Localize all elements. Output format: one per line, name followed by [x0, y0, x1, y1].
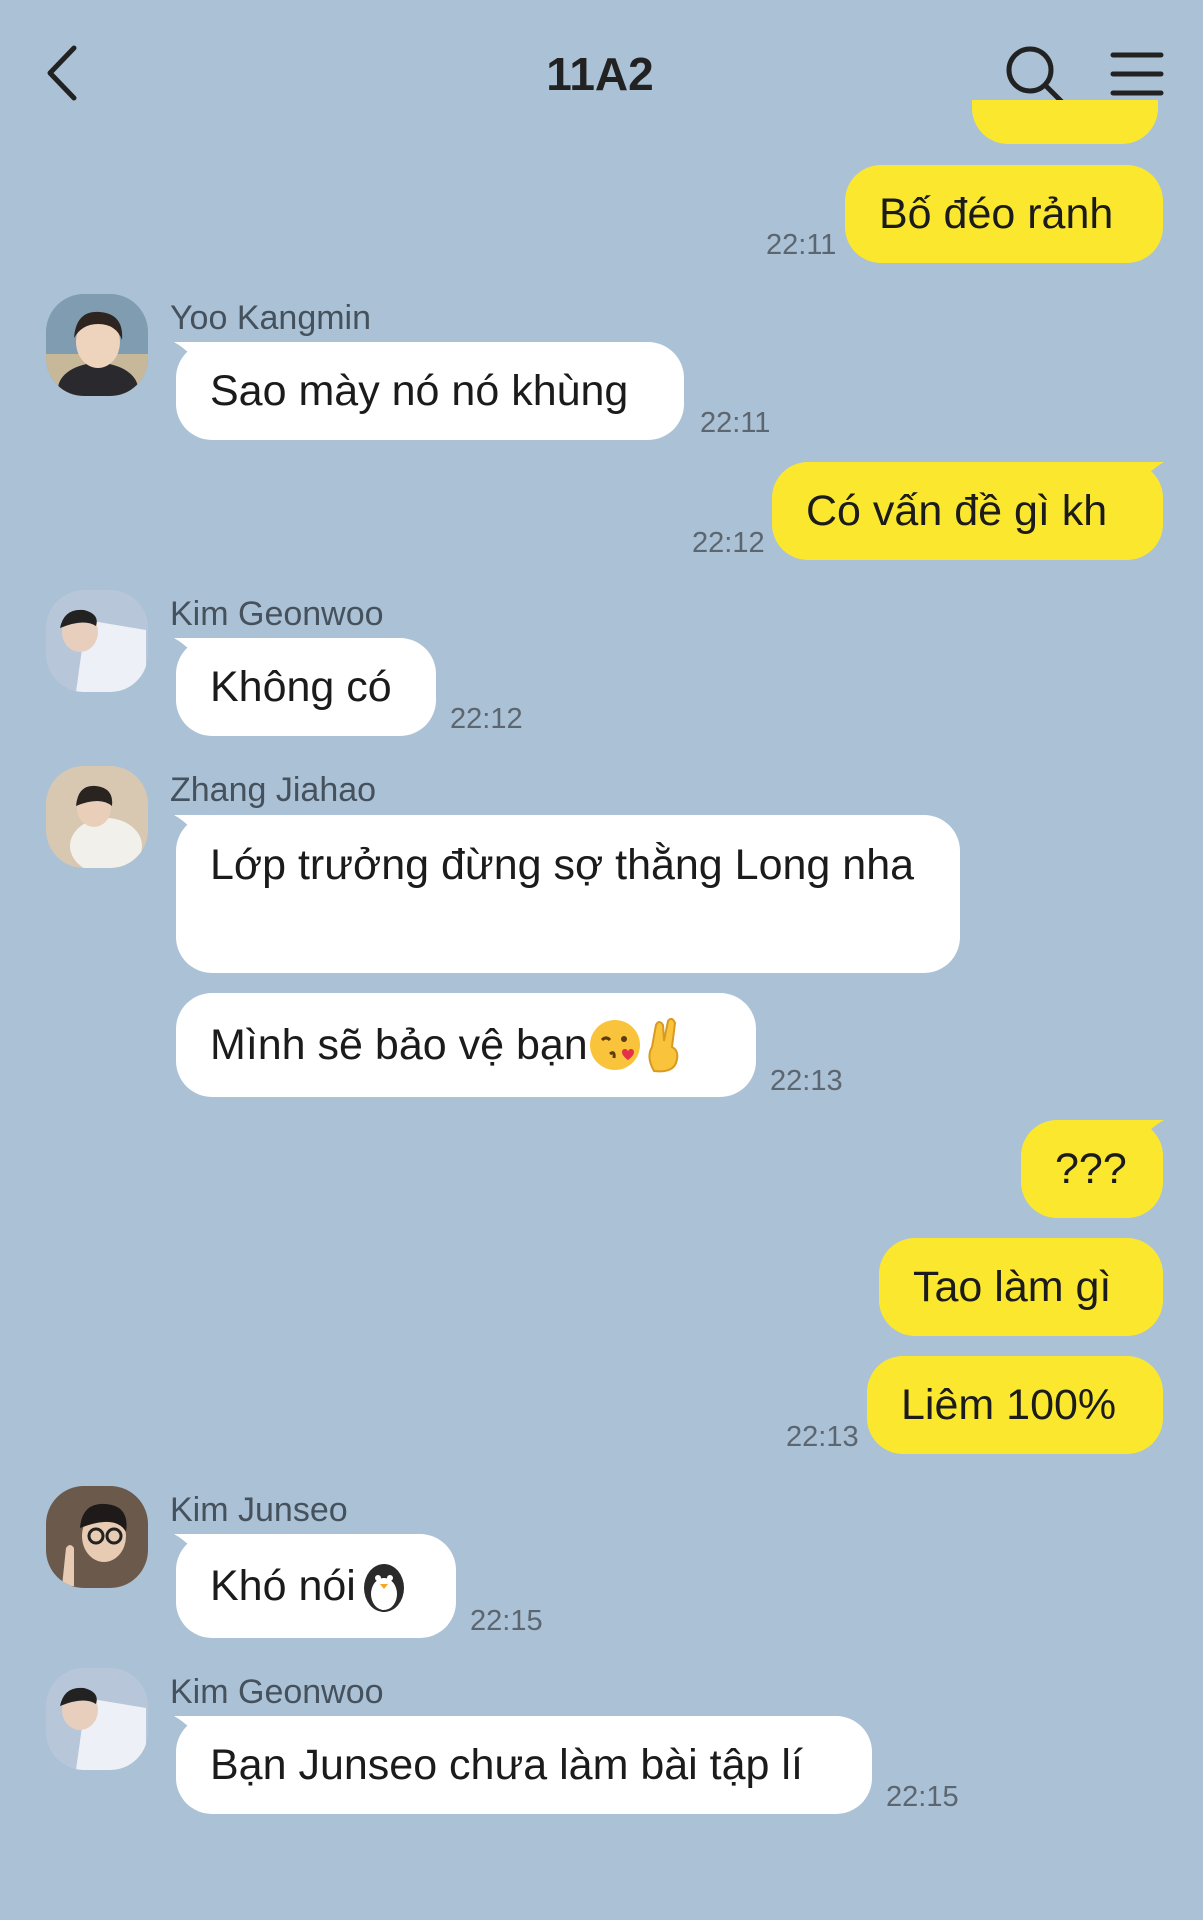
my-message-bubble[interactable]: Tao làm gì [879, 1238, 1163, 1336]
penguin-emoji [363, 1564, 404, 1612]
my-message-bubble[interactable]: Liêm 100% [867, 1356, 1163, 1454]
message-time: 22:11 [700, 407, 771, 439]
search-icon [1006, 46, 1065, 105]
message-text: Bạn Junseo chưa làm bài tập lí [210, 1741, 803, 1789]
previous-message-bubble-partial [972, 100, 1158, 144]
message-text: Có vấn đề gì kh [806, 487, 1108, 535]
avatar-zhang-jiahao[interactable] [46, 766, 148, 868]
search-button[interactable] [1004, 44, 1068, 106]
sender-name: Kim Geonwoo [170, 595, 384, 633]
message-text: Tao làm gì [913, 1263, 1112, 1311]
sender-name: Kim Geonwoo [170, 1673, 384, 1711]
message-time: 22:11 [766, 229, 837, 261]
my-message-bubble[interactable]: Có vấn đề gì kh [772, 462, 1163, 560]
message-time: 22:13 [786, 1421, 859, 1453]
their-message-bubble[interactable]: Khó nói [176, 1534, 456, 1638]
sender-name: Yoo Kangmin [170, 299, 372, 337]
message-time: 22:15 [470, 1605, 543, 1637]
avatar-yoo-kangmin[interactable] [46, 294, 148, 396]
avatar-kim-geonwoo[interactable] [46, 590, 148, 692]
message-text: Bố đéo rảnh [879, 190, 1114, 238]
message-text: Mình sẽ bảo vệ bạn [210, 1021, 588, 1069]
avatar-kim-geonwoo[interactable] [46, 1668, 148, 1770]
their-message-bubble[interactable]: Không có [176, 638, 436, 736]
sender-name: Zhang Jiahao [170, 771, 377, 809]
message-time: 22:15 [886, 1781, 959, 1813]
bubble-tail [1128, 1120, 1164, 1156]
avatar-kim-junseo[interactable] [46, 1486, 148, 1588]
kissing-heart-emoji [589, 1020, 640, 1070]
crossed-fingers-emoji [648, 1017, 679, 1073]
hamburger-menu-icon [1110, 52, 1164, 96]
message-text: Sao mày nó nó khùng [210, 367, 629, 415]
message-text: Khó nói [210, 1562, 356, 1610]
chat-title: 11A2 [546, 48, 654, 100]
message-time: 22:12 [450, 703, 523, 735]
chevron-left-icon [47, 45, 77, 101]
sender-name: Kim Junseo [170, 1491, 348, 1529]
menu-button[interactable] [1110, 50, 1164, 100]
message-time: 22:12 [692, 527, 765, 559]
message-text: Lớp trưởng đừng sợ thằng Long nha [210, 841, 915, 889]
their-message-bubble[interactable]: Bạn Junseo chưa làm bài tập lí [176, 1716, 872, 1814]
my-message-bubble[interactable]: Bố đéo rảnh [845, 165, 1163, 263]
message-text: ??? [1055, 1145, 1127, 1193]
their-message-bubble[interactable]: Mình sẽ bảo vệ bạn [176, 993, 756, 1097]
their-message-bubble[interactable]: Sao mày nó nó khùng [176, 342, 684, 440]
message-text: Không có [210, 663, 392, 711]
back-button[interactable] [40, 42, 90, 104]
message-time: 22:13 [770, 1065, 843, 1097]
their-message-bubble[interactable]: Lớp trưởng đừng sợ thằng Long nha [176, 815, 960, 973]
bubble-tail [1128, 462, 1164, 498]
message-text: Liêm 100% [901, 1381, 1117, 1429]
